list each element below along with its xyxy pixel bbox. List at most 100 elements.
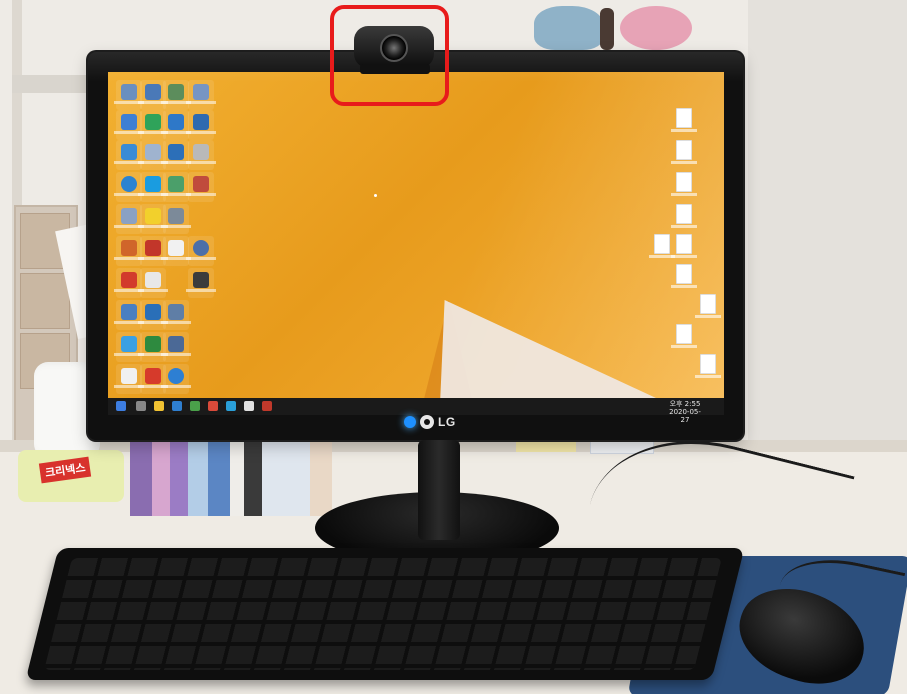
mouse-pointer [374, 194, 377, 197]
desktop-icon[interactable] [161, 140, 191, 170]
power-led-icon[interactable] [404, 416, 416, 428]
book [170, 436, 188, 516]
desktop-icon[interactable] [161, 80, 191, 110]
file-icon[interactable] [671, 204, 697, 228]
desktop-icon[interactable] [186, 110, 216, 140]
book [230, 436, 244, 516]
start-button-icon[interactable] [116, 401, 126, 411]
file-icon[interactable] [671, 264, 697, 288]
figurine-small [600, 8, 614, 50]
app-icon [168, 176, 184, 192]
desktop-icon[interactable] [114, 110, 144, 140]
keyboard[interactable] [25, 548, 745, 680]
kakaotalk-icon [145, 208, 161, 224]
app-icon [145, 84, 161, 100]
desktop-icon[interactable] [114, 140, 144, 170]
app-icon [145, 114, 161, 130]
desktop-icon[interactable] [161, 236, 191, 266]
desktop-icon[interactable] [186, 268, 216, 298]
icon-label [186, 131, 216, 134]
clock-time: 오후 2:55 [669, 400, 701, 408]
app-icon [121, 144, 137, 160]
app-icon [193, 176, 209, 192]
book [188, 436, 208, 516]
desktop-icon[interactable] [114, 204, 144, 234]
desktop-icon[interactable] [114, 300, 144, 330]
icon-label [161, 225, 191, 228]
app-icon [168, 368, 184, 384]
app-icon [168, 84, 184, 100]
desktop-icon[interactable] [186, 236, 216, 266]
desktop-icon[interactable] [114, 172, 144, 202]
monitor-stand-neck [418, 440, 460, 540]
file-icon[interactable] [671, 324, 697, 348]
app-icon [193, 240, 209, 256]
file-icon [168, 240, 184, 256]
file-icon[interactable] [671, 108, 697, 132]
book [152, 436, 170, 516]
desktop-icon[interactable] [186, 140, 216, 170]
app-icon [168, 208, 184, 224]
desktop-icon[interactable] [161, 204, 191, 234]
app-icon [121, 176, 137, 192]
brand-name: LG [438, 415, 456, 429]
app-icon [193, 144, 209, 160]
photo-scene: 크리넥스 오후 2:55 2020-05-27 LG [0, 0, 907, 694]
file-icon[interactable] [695, 294, 721, 318]
search-icon[interactable] [136, 401, 146, 411]
pdf-icon [121, 272, 137, 288]
file-icon[interactable] [671, 234, 697, 258]
app-icon [168, 144, 184, 160]
icon-label [186, 101, 216, 104]
app-icon [121, 84, 137, 100]
book [208, 436, 230, 516]
clock-date: 2020-05-27 [669, 408, 701, 424]
app-icon [168, 304, 184, 320]
app-icon[interactable] [208, 401, 218, 411]
file-icon[interactable] [671, 172, 697, 196]
icon-label [186, 289, 216, 292]
app-icon [145, 304, 161, 320]
app-icon[interactable] [244, 401, 254, 411]
browser-icon[interactable] [172, 401, 182, 411]
app-icon[interactable] [190, 401, 200, 411]
book [310, 436, 332, 516]
desktop-icon[interactable] [161, 110, 191, 140]
app-icon [121, 336, 137, 352]
file-icon[interactable] [671, 140, 697, 164]
app-icon[interactable] [226, 401, 236, 411]
desktop-icon[interactable] [114, 236, 144, 266]
app-icon [168, 114, 184, 130]
desktop-icon[interactable] [186, 172, 216, 202]
right-wall [748, 0, 907, 470]
book [130, 436, 152, 516]
app-icon [121, 304, 137, 320]
taskbar-clock[interactable]: 오후 2:55 2020-05-27 [665, 400, 705, 424]
skype-icon [145, 176, 161, 192]
desktop-icon[interactable] [114, 80, 144, 110]
icon-label [186, 193, 216, 196]
app-icon[interactable] [262, 401, 272, 411]
drawer [20, 273, 70, 329]
icon-label [138, 289, 168, 292]
desktop-icon[interactable] [114, 268, 144, 298]
icon-label [161, 321, 191, 324]
desktop-icon[interactable] [138, 268, 168, 298]
icon-label [186, 257, 216, 260]
webcam-highlight-box [330, 5, 449, 106]
figurine-pink [620, 6, 692, 50]
desktop-icon[interactable] [161, 300, 191, 330]
file-icon[interactable] [695, 354, 721, 378]
desktop-icon[interactable] [186, 80, 216, 110]
file-icon[interactable] [649, 234, 675, 258]
desktop-icon[interactable] [161, 332, 191, 362]
app-icon [145, 144, 161, 160]
desktop-icon[interactable] [161, 364, 191, 394]
desktop-icon[interactable] [161, 172, 191, 202]
desktop-icon[interactable] [114, 364, 144, 394]
icon-label [161, 353, 191, 356]
folder-icon[interactable] [154, 401, 164, 411]
desktop-icon[interactable] [114, 332, 144, 362]
lg-logo-icon [420, 415, 434, 429]
keyboard-key-rows [44, 558, 722, 670]
